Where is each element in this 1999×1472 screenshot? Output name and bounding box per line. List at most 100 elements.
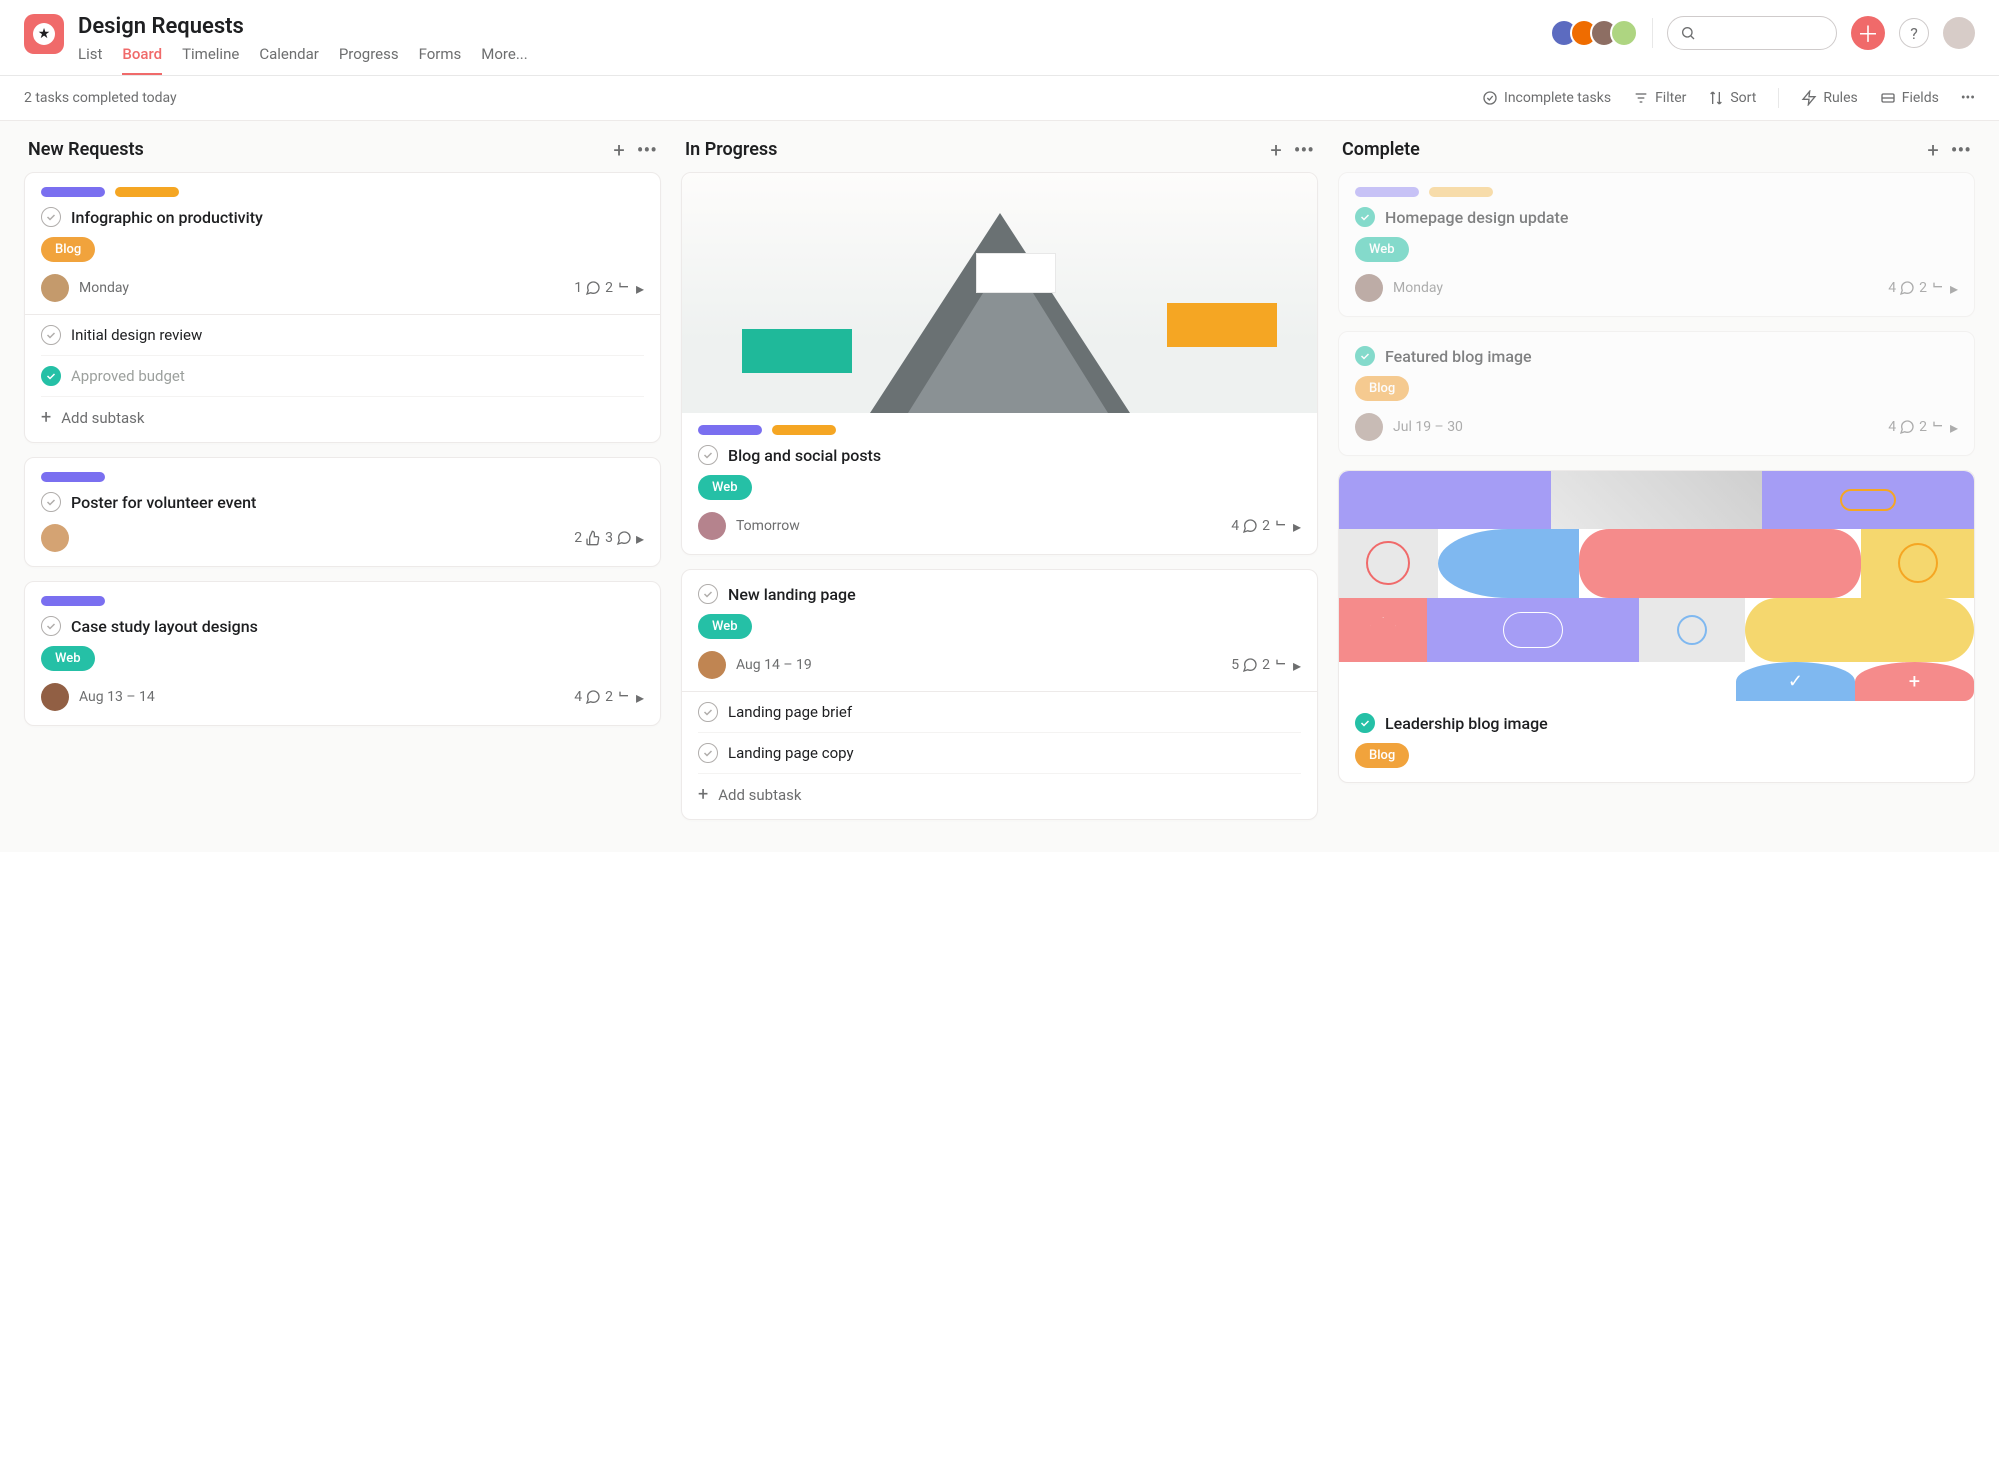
comments-count[interactable]: 4: [1888, 419, 1915, 435]
tag-blog[interactable]: Blog: [1355, 743, 1409, 768]
complete-check-icon[interactable]: [41, 616, 61, 636]
comments-count[interactable]: 4: [574, 689, 601, 705]
user-avatar[interactable]: [1943, 17, 1975, 49]
assignee-avatar[interactable]: [41, 683, 69, 711]
task-card[interactable]: ✓ + Leadership blog imageBlog: [1338, 470, 1975, 783]
card-title: New landing page: [728, 585, 856, 604]
add-card-button[interactable]: +: [1927, 140, 1938, 160]
tag-web[interactable]: Web: [698, 475, 752, 500]
subtasks-count[interactable]: 2: [1919, 280, 1946, 296]
add-card-button[interactable]: +: [1270, 140, 1281, 160]
rules-button[interactable]: Rules: [1801, 90, 1857, 106]
subtasks-count[interactable]: 2: [605, 689, 632, 705]
card-title: Homepage design update: [1385, 208, 1568, 227]
add-card-button[interactable]: +: [613, 140, 624, 160]
chevron-right-icon[interactable]: ▸: [1950, 418, 1958, 437]
card-title: Leadership blog image: [1385, 714, 1548, 733]
assignee-avatar[interactable]: [698, 651, 726, 679]
sort-button[interactable]: Sort: [1708, 90, 1756, 106]
subtask[interactable]: Landing page brief: [698, 692, 1301, 733]
assignee-avatar[interactable]: [1355, 413, 1383, 441]
incomplete-filter[interactable]: Incomplete tasks: [1482, 90, 1611, 106]
complete-check-icon[interactable]: [1355, 346, 1375, 366]
tab-progress[interactable]: Progress: [339, 45, 399, 75]
tag-web[interactable]: Web: [698, 614, 752, 639]
filter-button[interactable]: Filter: [1633, 90, 1686, 106]
task-card[interactable]: Homepage design updateWebMonday42▸: [1338, 172, 1975, 317]
column-title: New Requests: [28, 139, 613, 160]
complete-check-icon[interactable]: [1355, 713, 1375, 733]
subtask[interactable]: Landing page copy: [698, 733, 1301, 774]
complete-check-icon[interactable]: [1355, 207, 1375, 227]
add-subtask-button[interactable]: +Add subtask: [698, 774, 1301, 805]
project-logo[interactable]: ★: [24, 14, 64, 54]
toolbar-actions: Incomplete tasks Filter Sort Rules Field…: [1482, 88, 1975, 108]
column-title: Complete: [1342, 139, 1927, 160]
subtask-check-icon[interactable]: [698, 702, 718, 722]
tab-board[interactable]: Board: [122, 45, 162, 75]
search-input[interactable]: [1667, 16, 1837, 50]
chevron-right-icon[interactable]: ▸: [636, 279, 644, 298]
subtask[interactable]: Initial design review: [41, 315, 644, 356]
complete-check-icon[interactable]: [41, 492, 61, 512]
task-card[interactable]: Poster for volunteer event 23▸: [24, 457, 661, 567]
comment-icon: [1899, 280, 1915, 296]
assignee-avatar[interactable]: [41, 274, 69, 302]
comments-count[interactable]: 3: [605, 530, 632, 546]
complete-check-icon[interactable]: [698, 584, 718, 604]
subtasks-count[interactable]: 2: [1262, 657, 1289, 673]
chevron-right-icon[interactable]: ▸: [1950, 279, 1958, 298]
assignee-avatar[interactable]: [41, 524, 69, 552]
subtasks-count[interactable]: 2: [1919, 419, 1946, 435]
tab-list[interactable]: List: [78, 45, 102, 75]
tag-blog[interactable]: Blog: [1355, 376, 1409, 401]
subtasks-count[interactable]: 2: [605, 280, 632, 296]
task-card[interactable]: Featured blog imageBlogJul 19 – 3042▸: [1338, 331, 1975, 456]
chevron-right-icon[interactable]: ▸: [1293, 517, 1301, 536]
likes-count[interactable]: 2: [574, 530, 601, 546]
column-more-button[interactable]: •••: [637, 140, 657, 160]
add-button[interactable]: ＋: [1851, 16, 1885, 50]
plus-icon: +: [41, 407, 51, 428]
chevron-right-icon[interactable]: ▸: [636, 529, 644, 548]
task-card[interactable]: Blog and social postsWebTomorrow42▸: [681, 172, 1318, 555]
help-button[interactable]: ?: [1899, 18, 1929, 48]
complete-check-icon[interactable]: [698, 445, 718, 465]
assignee-avatar[interactable]: [1355, 274, 1383, 302]
tab-calendar[interactable]: Calendar: [259, 45, 319, 75]
tag-blog[interactable]: Blog: [41, 237, 95, 262]
comments-count[interactable]: 1: [574, 280, 601, 296]
subtask-check-icon[interactable]: [41, 325, 61, 345]
complete-check-icon[interactable]: [41, 207, 61, 227]
add-subtask-button[interactable]: +Add subtask: [41, 397, 644, 428]
column-more-button[interactable]: •••: [1294, 140, 1314, 160]
member-avatars[interactable]: [1550, 19, 1638, 47]
task-card[interactable]: New landing pageWebAug 14 – 1952▸ Landin…: [681, 569, 1318, 820]
comments-count[interactable]: 5: [1231, 657, 1258, 673]
card-title: Poster for volunteer event: [71, 493, 256, 512]
tag-web[interactable]: Web: [1355, 237, 1409, 262]
tab-forms[interactable]: Forms: [419, 45, 462, 75]
tab-more[interactable]: More...: [481, 45, 527, 75]
comments-count[interactable]: 4: [1231, 518, 1258, 534]
subtask-list: Initial design review Approved budget+Ad…: [25, 314, 660, 428]
subtasks-count[interactable]: 2: [1262, 518, 1289, 534]
fields-button[interactable]: Fields: [1880, 90, 1939, 106]
assignee-avatar[interactable]: [698, 512, 726, 540]
task-card[interactable]: Infographic on productivityBlogMonday12▸…: [24, 172, 661, 443]
column-more-button[interactable]: •••: [1951, 140, 1971, 160]
tag-web[interactable]: Web: [41, 646, 95, 671]
subtask[interactable]: Approved budget: [41, 356, 644, 397]
comments-count[interactable]: 4: [1888, 280, 1915, 296]
subtask-check-icon[interactable]: [698, 743, 718, 763]
chevron-right-icon[interactable]: ▸: [1293, 656, 1301, 675]
subtask-check-icon[interactable]: [41, 366, 61, 386]
divider: [1778, 88, 1779, 108]
chevron-right-icon[interactable]: ▸: [636, 688, 644, 707]
member-avatar[interactable]: [1610, 19, 1638, 47]
card-title: Blog and social posts: [728, 446, 881, 465]
card-meta: 42▸: [574, 688, 644, 707]
more-button[interactable]: •••: [1961, 90, 1975, 106]
task-card[interactable]: Case study layout designsWebAug 13 – 144…: [24, 581, 661, 726]
tab-timeline[interactable]: Timeline: [182, 45, 239, 75]
